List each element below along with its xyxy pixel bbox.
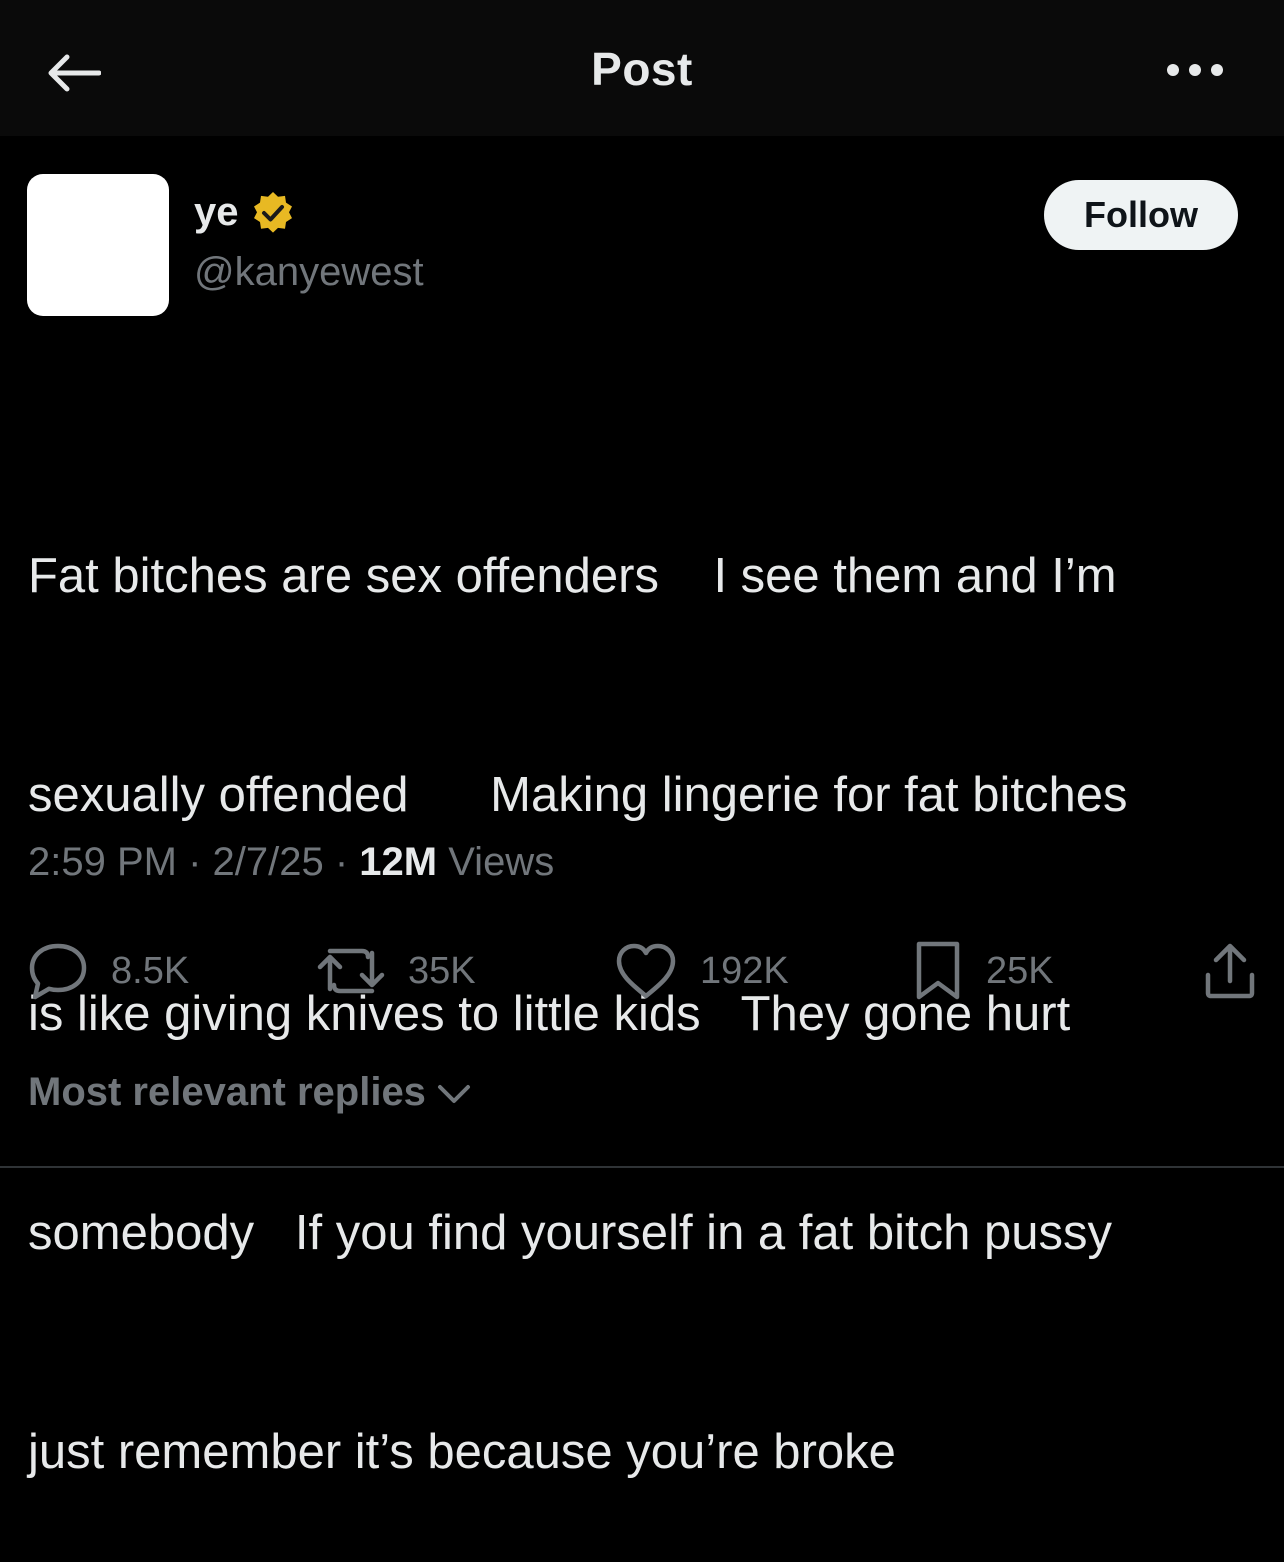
post-time[interactable]: 2:59 PM [28, 840, 177, 884]
bookmark-count: 25K [986, 949, 1054, 992]
like-count: 192K [700, 949, 789, 992]
post-date[interactable]: 2/7/25 [213, 840, 324, 884]
more-options-button[interactable] [1158, 44, 1232, 96]
share-button[interactable] [1202, 936, 1258, 1006]
repost-icon [317, 948, 385, 994]
like-button[interactable]: 192K [614, 936, 789, 1006]
share-icon [1205, 943, 1255, 999]
repost-button[interactable]: 35K [316, 936, 476, 1006]
bookmark-icon [916, 941, 960, 1000]
meta-separator: · [323, 840, 360, 884]
heart-icon [616, 943, 676, 999]
post-text-line: Fat bitches are sex offenders I see them… [28, 549, 1117, 603]
page-title: Post [591, 43, 693, 95]
post-meta: 2:59 PM · 2/7/25 · 12M Views [28, 840, 554, 885]
author-handle[interactable]: @kanyewest [194, 250, 424, 295]
divider [0, 1166, 1284, 1168]
more-dots-icon [1167, 64, 1223, 76]
replies-sort-dropdown[interactable]: Most relevant replies [28, 1070, 474, 1115]
chevron-down-icon [437, 1084, 470, 1103]
repost-count: 35K [408, 949, 476, 992]
verified-badge-icon [253, 191, 292, 233]
post-text-line: just remember it’s because you’re broke [28, 1425, 896, 1479]
reply-bubble-icon [29, 943, 87, 1000]
views-count[interactable]: 12M [359, 840, 437, 884]
display-name[interactable]: ye [194, 190, 239, 235]
post-text-line: sexually offended Making lingerie for fa… [28, 768, 1128, 822]
replies-sort-label: Most relevant replies [28, 1070, 426, 1114]
top-bar: Post [0, 0, 1284, 136]
bookmark-button[interactable]: 25K [912, 936, 1054, 1006]
views-label[interactable]: Views [448, 840, 554, 884]
meta-separator: · [176, 840, 213, 884]
avatar[interactable] [27, 174, 169, 316]
action-bar: 8.5K 35K 192K 25K [0, 936, 1284, 1006]
post-text-line: somebody If you find yourself in a fat b… [28, 1206, 1113, 1260]
reply-button[interactable]: 8.5K [27, 936, 189, 1006]
author-name-row[interactable]: ye [194, 190, 295, 235]
reply-count: 8.5K [111, 949, 190, 992]
follow-button[interactable]: Follow [1044, 180, 1238, 250]
